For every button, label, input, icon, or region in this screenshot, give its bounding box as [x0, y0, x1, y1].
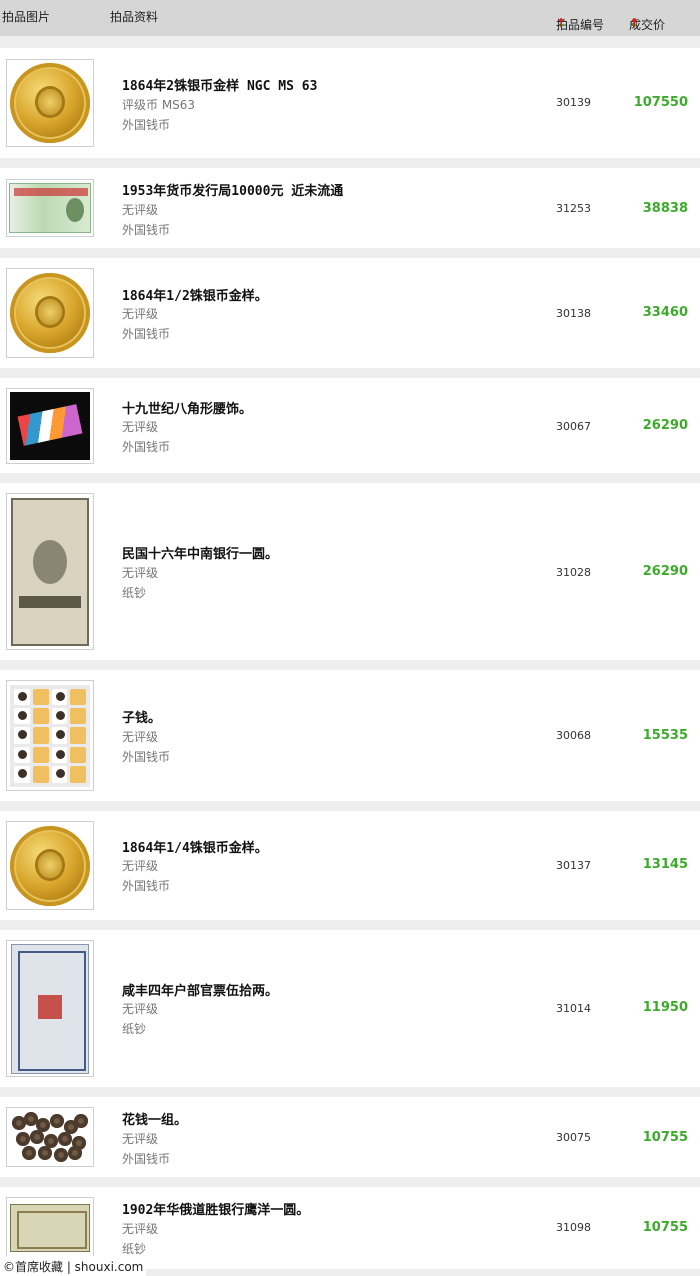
- coin-tray-icon: [10, 684, 90, 787]
- lot-title[interactable]: 子钱。: [122, 707, 161, 726]
- lot-category: 纸钞: [122, 1242, 147, 1256]
- lot-grade: 无评级: [122, 1222, 159, 1236]
- site-watermark: ©首席收藏 | shouxi.com: [0, 1256, 146, 1276]
- lot-title[interactable]: 花钱一组。: [122, 1109, 187, 1128]
- lot-category: 外国钱币: [122, 1152, 171, 1166]
- lot-thumbnail[interactable]: [6, 680, 94, 791]
- lot-price: 26290: [642, 564, 688, 579]
- lot-number: 30068: [556, 729, 591, 742]
- ornament-icon: [10, 392, 90, 460]
- lot-row[interactable]: 1864年2铢银币金样 NGC MS 63 评级币 MS63 外国钱币 3013…: [0, 48, 700, 158]
- cash-coins-icon: [10, 1112, 90, 1162]
- lot-price: 38838: [642, 201, 688, 216]
- gold-coin-icon: [10, 63, 90, 143]
- lot-number: 31253: [556, 202, 591, 215]
- lot-price: 26290: [642, 418, 688, 433]
- lot-number: 31014: [556, 1002, 591, 1015]
- lot-grade: 无评级: [122, 420, 159, 434]
- lot-row[interactable]: 1864年1/4铢银币金样。 无评级 外国钱币 30137 13145: [0, 811, 700, 920]
- lot-row[interactable]: 子钱。 无评级 外国钱币 30068 15535: [0, 670, 700, 801]
- lot-grade: 无评级: [122, 203, 159, 217]
- lot-number: 30138: [556, 307, 591, 320]
- lot-price: 10755: [642, 1130, 688, 1145]
- lot-price: 107550: [633, 95, 688, 110]
- lot-title[interactable]: 咸丰四年户部官票伍拾两。: [122, 980, 278, 999]
- banknote-icon: [10, 1204, 90, 1252]
- lot-thumbnail[interactable]: [6, 493, 94, 650]
- lot-grade: 无评级: [122, 1002, 159, 1016]
- lot-title[interactable]: 1953年货币发行局10000元 近未流通: [122, 180, 343, 199]
- lot-title[interactable]: 1864年1/4铢银币金样。: [122, 837, 268, 856]
- lot-price: 11950: [642, 1000, 688, 1015]
- lot-thumbnail[interactable]: [6, 388, 94, 464]
- lot-thumbnail[interactable]: [6, 940, 94, 1077]
- column-header-info: 拍品资料: [110, 10, 159, 24]
- lot-category: 外国钱币: [122, 118, 171, 132]
- lot-number: 30067: [556, 420, 591, 433]
- lot-row[interactable]: 1864年1/2铢银币金样。 无评级 外国钱币 30138 33460: [0, 258, 700, 368]
- lot-row[interactable]: 民国十六年中南银行一圆。 无评级 纸钞 31028 26290: [0, 483, 700, 660]
- lot-price: 13145: [642, 857, 688, 872]
- lot-category: 外国钱币: [122, 223, 171, 237]
- lot-title[interactable]: 十九世纪八角形腰饰。: [122, 398, 252, 417]
- lot-category: 外国钱币: [122, 327, 171, 341]
- lot-category: 纸钞: [122, 1022, 147, 1036]
- table-header: 拍品图片 拍品资料 拍品编号 ↓ ↑ 成交价 ↓ ↑: [0, 0, 700, 36]
- lot-thumbnail[interactable]: [6, 59, 94, 147]
- lot-row[interactable]: 十九世纪八角形腰饰。 无评级 外国钱币 30067 26290: [0, 378, 700, 473]
- lot-number: 30139: [556, 96, 591, 109]
- lot-row[interactable]: 花钱一组。 无评级 外国钱币 30075 10755: [0, 1097, 700, 1177]
- lot-thumbnail[interactable]: [6, 1197, 94, 1259]
- lot-grade: 无评级: [122, 566, 159, 580]
- sort-ascending-icon[interactable]: ↑: [556, 16, 566, 30]
- gold-coin-icon: [10, 825, 90, 906]
- column-header-image: 拍品图片: [2, 10, 51, 24]
- lot-thumbnail[interactable]: [6, 268, 94, 358]
- lot-number: 30075: [556, 1131, 591, 1144]
- lot-number: 31098: [556, 1221, 591, 1234]
- lot-grade: 无评级: [122, 859, 159, 873]
- lot-grade: 无评级: [122, 307, 159, 321]
- lot-price: 10755: [642, 1220, 688, 1235]
- lot-thumbnail[interactable]: [6, 1107, 94, 1167]
- lot-row[interactable]: 1953年货币发行局10000元 近未流通 无评级 外国钱币 31253 388…: [0, 168, 700, 248]
- lot-title[interactable]: 1864年2铢银币金样 NGC MS 63: [122, 75, 317, 94]
- lot-category: 外国钱币: [122, 750, 171, 764]
- lot-price: 15535: [642, 728, 688, 743]
- lot-title[interactable]: 民国十六年中南银行一圆。: [122, 543, 278, 562]
- sort-ascending-icon[interactable]: ↑: [629, 16, 639, 30]
- lot-row[interactable]: 咸丰四年户部官票伍拾两。 无评级 纸钞 31014 11950: [0, 930, 700, 1087]
- lot-category: 外国钱币: [122, 879, 171, 893]
- lot-number: 31028: [556, 566, 591, 579]
- banknote-icon: [11, 943, 89, 1074]
- lot-title[interactable]: 1902年华俄道胜银行鹰洋一圆。: [122, 1199, 309, 1218]
- lot-price: 33460: [642, 305, 688, 320]
- banknote-icon: [9, 183, 91, 233]
- gold-coin-icon: [10, 273, 90, 353]
- lot-grade: 无评级: [122, 730, 159, 744]
- lot-title[interactable]: 1864年1/2铢银币金样。: [122, 285, 268, 304]
- lot-category: 外国钱币: [122, 440, 171, 454]
- lot-number: 30137: [556, 859, 591, 872]
- lot-grade: 无评级: [122, 1132, 159, 1146]
- lot-thumbnail[interactable]: [6, 179, 94, 237]
- lot-thumbnail[interactable]: [6, 821, 94, 910]
- lot-category: 纸钞: [122, 586, 147, 600]
- banknote-icon: [11, 497, 89, 646]
- lot-grade: 评级币 MS63: [122, 98, 196, 112]
